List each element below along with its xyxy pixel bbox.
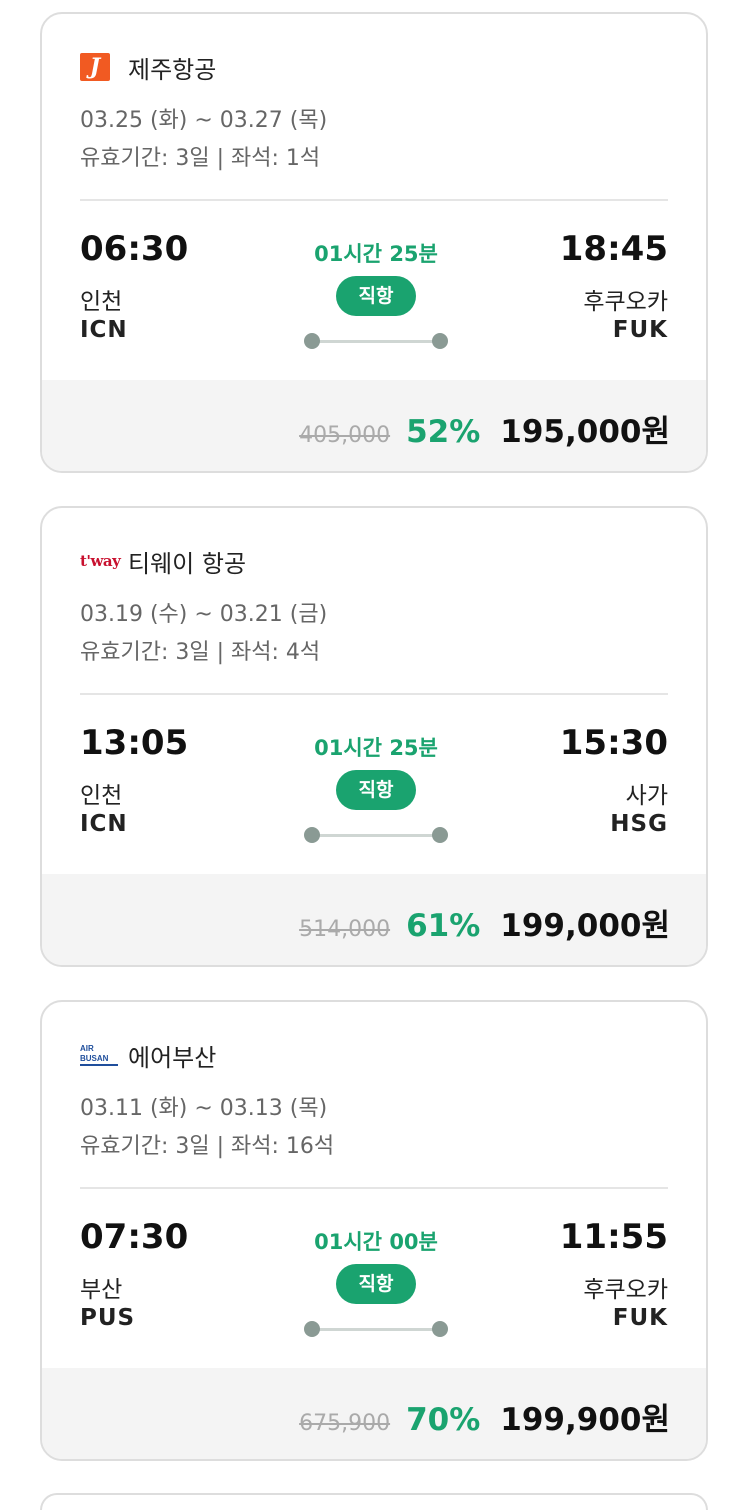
final-price: 199,000원	[500, 908, 670, 944]
route-line-icon	[304, 825, 448, 845]
arrival-time: 11:55	[559, 1217, 668, 1257]
original-price: 405,000	[299, 423, 391, 448]
airline-name: 에어부산	[128, 1043, 217, 1072]
airline-row: t'way 티웨이 항공	[80, 546, 247, 578]
travel-dates: 03.19 (수) ~ 03.21 (금)	[80, 602, 328, 627]
route-line-icon	[304, 331, 448, 351]
flight-duration: 01시간 00분	[314, 1230, 438, 1254]
route-line-icon	[304, 1319, 448, 1339]
validity-seats: 유효기간: 3일 | 좌석: 1석	[80, 146, 321, 171]
price-area: 514,000 61% 199,000원	[42, 874, 706, 965]
arrival-city: 후쿠오카	[583, 289, 668, 315]
airline-row: J 제주항공	[80, 52, 217, 84]
divider	[80, 1187, 668, 1189]
departure-code: ICN	[80, 317, 128, 343]
discount-rate: 61%	[406, 908, 481, 944]
departure-code: ICN	[80, 811, 128, 837]
airline-row: AIR BUSAN 에어부산	[80, 1040, 217, 1072]
destination-dot-icon	[432, 333, 448, 349]
price-row: 514,000 61% 199,000원	[299, 900, 670, 945]
airbusan-logo-icon: AIR BUSAN	[80, 1041, 118, 1069]
final-price: 195,000원	[500, 414, 670, 450]
jejuair-logo-icon: J	[80, 53, 118, 81]
price-area: 405,000 52% 195,000원	[42, 380, 706, 471]
direct-flight-badge: 직항	[336, 276, 416, 316]
direct-flight-badge: 직항	[336, 1264, 416, 1304]
discount-rate: 70%	[406, 1402, 481, 1438]
flight-deal-list: J 제주항공 03.25 (화) ~ 03.27 (목) 유효기간: 3일 | …	[0, 0, 750, 1510]
departure-time: 13:05	[80, 723, 189, 763]
departure-city: 인천	[80, 289, 123, 315]
divider	[80, 693, 668, 695]
origin-dot-icon	[304, 827, 320, 843]
destination-dot-icon	[432, 1321, 448, 1337]
travel-dates: 03.25 (화) ~ 03.27 (목)	[80, 108, 328, 133]
original-price: 514,000	[299, 917, 391, 942]
flight-card[interactable]: AIR BUSAN 에어부산 03.11 (화) ~ 03.13 (목) 유효기…	[40, 1000, 708, 1461]
arrival-code: FUK	[612, 1305, 668, 1331]
flight-card[interactable]: J 제주항공 03.25 (화) ~ 03.27 (목) 유효기간: 3일 | …	[40, 12, 708, 473]
validity-seats: 유효기간: 3일 | 좌석: 4석	[80, 640, 321, 665]
destination-dot-icon	[432, 827, 448, 843]
arrival-city: 사가	[625, 783, 668, 809]
departure-city: 인천	[80, 783, 123, 809]
departure-time: 06:30	[80, 229, 189, 269]
flight-duration: 01시간 25분	[314, 736, 438, 760]
price-row: 405,000 52% 195,000원	[299, 406, 670, 451]
validity-seats: 유효기간: 3일 | 좌석: 16석	[80, 1134, 335, 1159]
flight-card[interactable]	[40, 1493, 708, 1510]
airline-name: 티웨이 항공	[128, 549, 247, 578]
airline-name: 제주항공	[128, 55, 217, 84]
departure-code: PUS	[80, 1305, 136, 1331]
departure-city: 부산	[80, 1277, 123, 1303]
divider	[80, 199, 668, 201]
original-price: 675,900	[299, 1411, 391, 1436]
departure-time: 07:30	[80, 1217, 189, 1257]
flight-duration: 01시간 25분	[314, 242, 438, 266]
arrival-code: FUK	[612, 317, 668, 343]
origin-dot-icon	[304, 333, 320, 349]
arrival-code: HSG	[610, 811, 668, 837]
price-row: 675,900 70% 199,900원	[299, 1394, 670, 1439]
arrival-city: 후쿠오카	[583, 1277, 668, 1303]
flight-card[interactable]: t'way 티웨이 항공 03.19 (수) ~ 03.21 (금) 유효기간:…	[40, 506, 708, 967]
arrival-time: 15:30	[559, 723, 668, 763]
final-price: 199,900원	[500, 1402, 670, 1438]
discount-rate: 52%	[406, 414, 481, 450]
origin-dot-icon	[304, 1321, 320, 1337]
travel-dates: 03.11 (화) ~ 03.13 (목)	[80, 1096, 328, 1121]
arrival-time: 18:45	[559, 229, 668, 269]
tway-logo-icon: t'way	[80, 552, 121, 570]
price-area: 675,900 70% 199,900원	[42, 1368, 706, 1459]
direct-flight-badge: 직항	[336, 770, 416, 810]
